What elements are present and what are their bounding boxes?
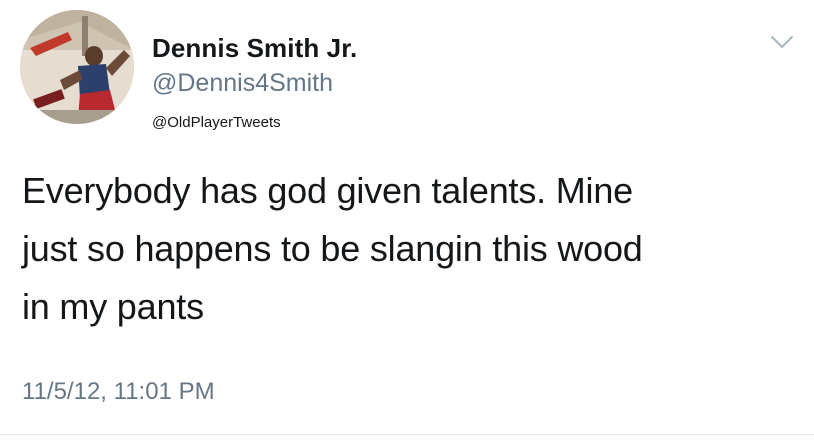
tweet-timestamp[interactable]: 11/5/12, 11:01 PM bbox=[22, 378, 215, 406]
tweet-text: Everybody has god given talents. Mine ju… bbox=[22, 162, 792, 336]
tweet-text-line: in my pants bbox=[22, 286, 204, 327]
chevron-down-icon[interactable] bbox=[770, 34, 794, 50]
avatar[interactable] bbox=[20, 10, 134, 124]
watermark-text: @OldPlayerTweets bbox=[152, 114, 281, 131]
tweet-card: Dennis Smith Jr. @Dennis4Smith @OldPlaye… bbox=[0, 0, 814, 440]
tweet-text-line: just so happens to be slangin this wood bbox=[22, 228, 643, 269]
divider bbox=[0, 434, 814, 435]
user-handle[interactable]: @Dennis4Smith bbox=[152, 69, 333, 98]
display-name[interactable]: Dennis Smith Jr. bbox=[152, 33, 357, 64]
tweet-text-line: Everybody has god given talents. Mine bbox=[22, 170, 633, 211]
avatar-photo-icon bbox=[20, 10, 134, 124]
